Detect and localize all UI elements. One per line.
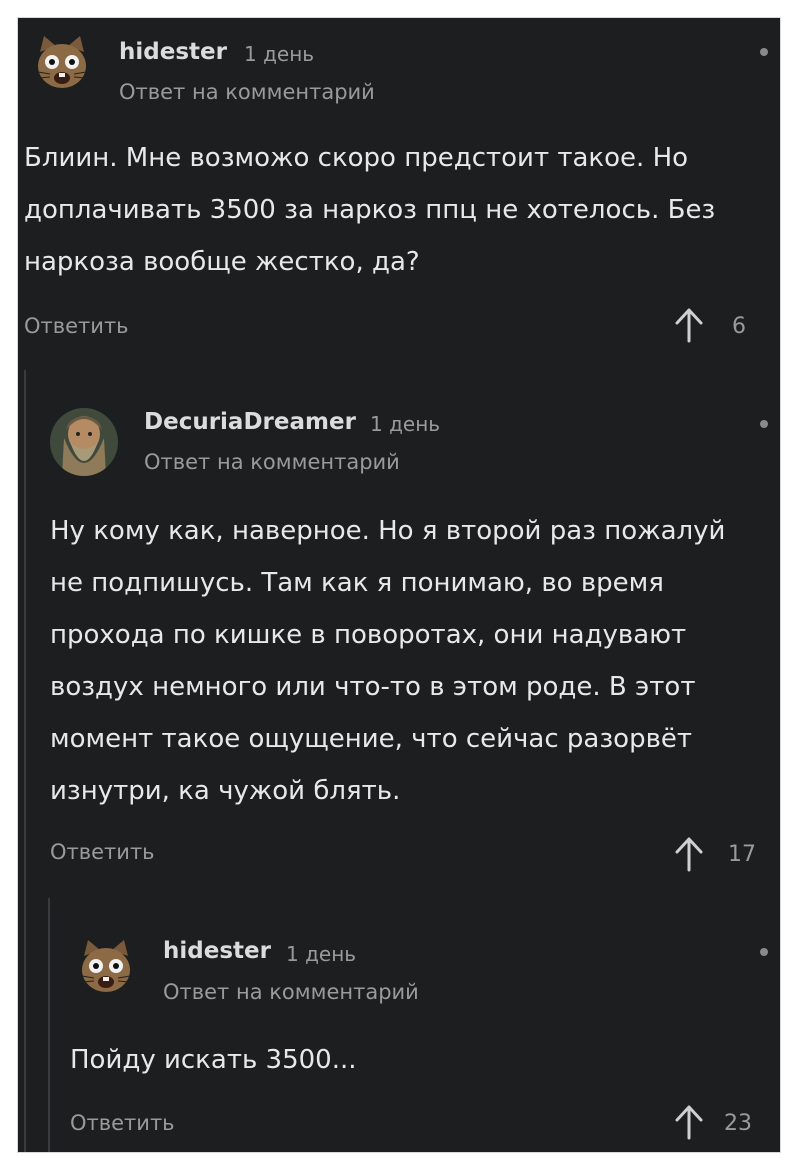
comment-body: Ну кому как, наверное. Но я второй раз п…: [50, 505, 725, 817]
comment-line: не подпишусь. Там как я понимаю, во врем…: [50, 568, 664, 598]
upvote-arrow-icon[interactable]: [673, 836, 705, 872]
comment-body: Пойду искать 3500...: [70, 1034, 357, 1086]
comment-line: воздух немного или что-то в этом роде. В…: [50, 672, 696, 702]
comment-time: 1 день: [286, 942, 357, 966]
reply-button[interactable]: Ответить: [50, 840, 155, 864]
upvote-count: 23: [724, 1111, 752, 1136]
more-options-icon[interactable]: [760, 420, 768, 428]
comment-line: Пойду искать 3500...: [70, 1045, 357, 1075]
comment-line: прохода по кишке в поворотах, они надува…: [50, 620, 687, 650]
more-options-icon[interactable]: [760, 948, 768, 956]
reply-button[interactable]: Ответить: [24, 314, 129, 338]
bearded-man-avatar-icon[interactable]: [50, 408, 118, 476]
comment-username[interactable]: hidester: [163, 938, 271, 964]
more-options-icon[interactable]: [760, 48, 768, 56]
comment-line: Ну кому как, наверное. Но я второй раз п…: [50, 516, 726, 546]
comment-line: момент такое ощущение, что сейчас разорв…: [50, 724, 693, 754]
comments-screen: hidester 1 день Ответ на комментарий Бли…: [18, 18, 780, 1152]
comment-username[interactable]: hidester: [119, 39, 227, 65]
cat-avatar-icon[interactable]: [30, 32, 94, 96]
comment-line: Блиин. Мне возможо скоро предстоит такое…: [24, 143, 689, 173]
cat-avatar-icon[interactable]: [74, 936, 138, 1000]
comment-body: Блиин. Мне возможо скоро предстоит такое…: [24, 132, 715, 288]
reply-to-label[interactable]: Ответ на комментарий: [163, 980, 419, 1004]
comment-username[interactable]: DecuriaDreamer: [144, 409, 356, 435]
comment-line: изнутри, ка чужой блять.: [50, 776, 401, 806]
thread-line-level-2: [48, 898, 50, 1152]
upvote-count: 17: [728, 842, 756, 867]
comment-line: наркоза вообще жестко, да?: [24, 247, 420, 277]
reply-to-label[interactable]: Ответ на комментарий: [119, 80, 375, 104]
comment-line: доплачивать 3500 за наркоз ппц не хотело…: [24, 195, 716, 225]
thread-line-level-1: [24, 370, 26, 1152]
upvote-arrow-icon[interactable]: [673, 1104, 705, 1140]
upvote-arrow-icon[interactable]: [673, 307, 705, 343]
comment-time: 1 день: [370, 412, 441, 436]
comment-time: 1 день: [244, 42, 315, 66]
reply-button[interactable]: Ответить: [70, 1111, 175, 1135]
upvote-count: 6: [732, 314, 746, 339]
reply-to-label[interactable]: Ответ на комментарий: [144, 450, 400, 474]
